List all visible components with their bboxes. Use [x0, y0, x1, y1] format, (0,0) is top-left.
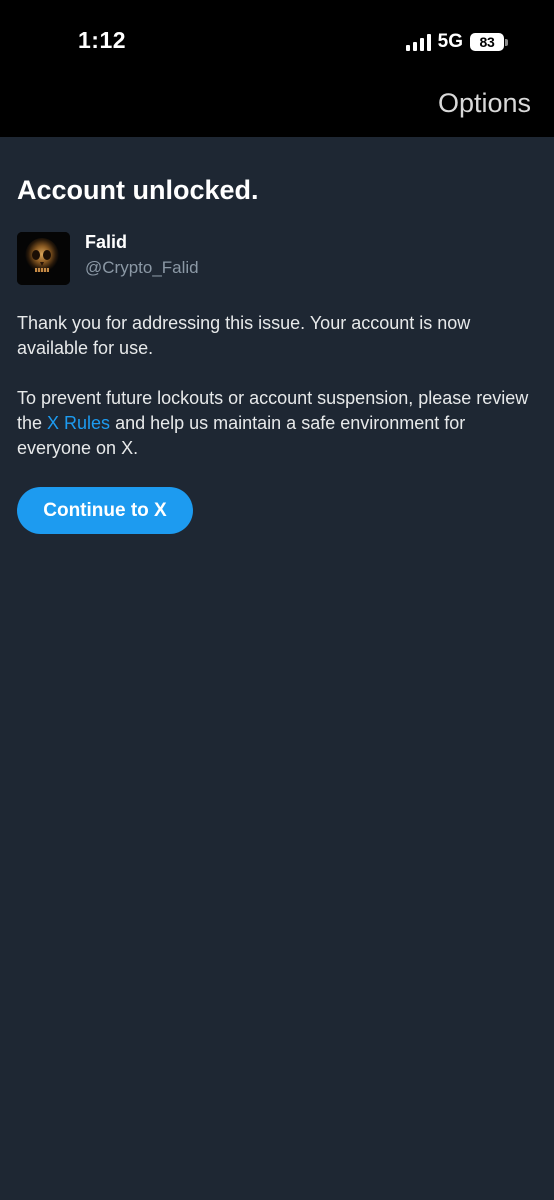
page-title: Account unlocked.: [17, 175, 259, 205]
skull-avatar-image: [17, 232, 70, 285]
battery-cap: [505, 38, 508, 46]
display-name: Falid: [85, 232, 128, 252]
options-button[interactable]: Options: [438, 88, 531, 119]
avatar: [17, 232, 70, 285]
x-rules-link[interactable]: X Rules: [47, 413, 110, 433]
profile-card: Falid @Crypto_Falid: [17, 232, 537, 286]
battery-icon: 83: [470, 33, 508, 51]
rules-message: To prevent future lockouts or account su…: [17, 386, 537, 461]
cellular-signal-icon: [405, 33, 431, 51]
status-time: 1:12: [78, 27, 127, 53]
status-indicators: 5G 83: [405, 31, 508, 53]
main-content: Account unlocked. Falid @Crypto_Falid Th…: [17, 137, 537, 534]
unlock-message: Thank you for addressing this issue. You…: [17, 313, 471, 358]
network-type: 5G: [437, 31, 463, 52]
continue-button[interactable]: Continue to X: [17, 487, 193, 534]
user-handle: @Crypto_Falid: [85, 258, 199, 277]
battery-level: 83: [470, 33, 504, 51]
top-bar: 1:12 5G 83 Options: [0, 0, 554, 137]
